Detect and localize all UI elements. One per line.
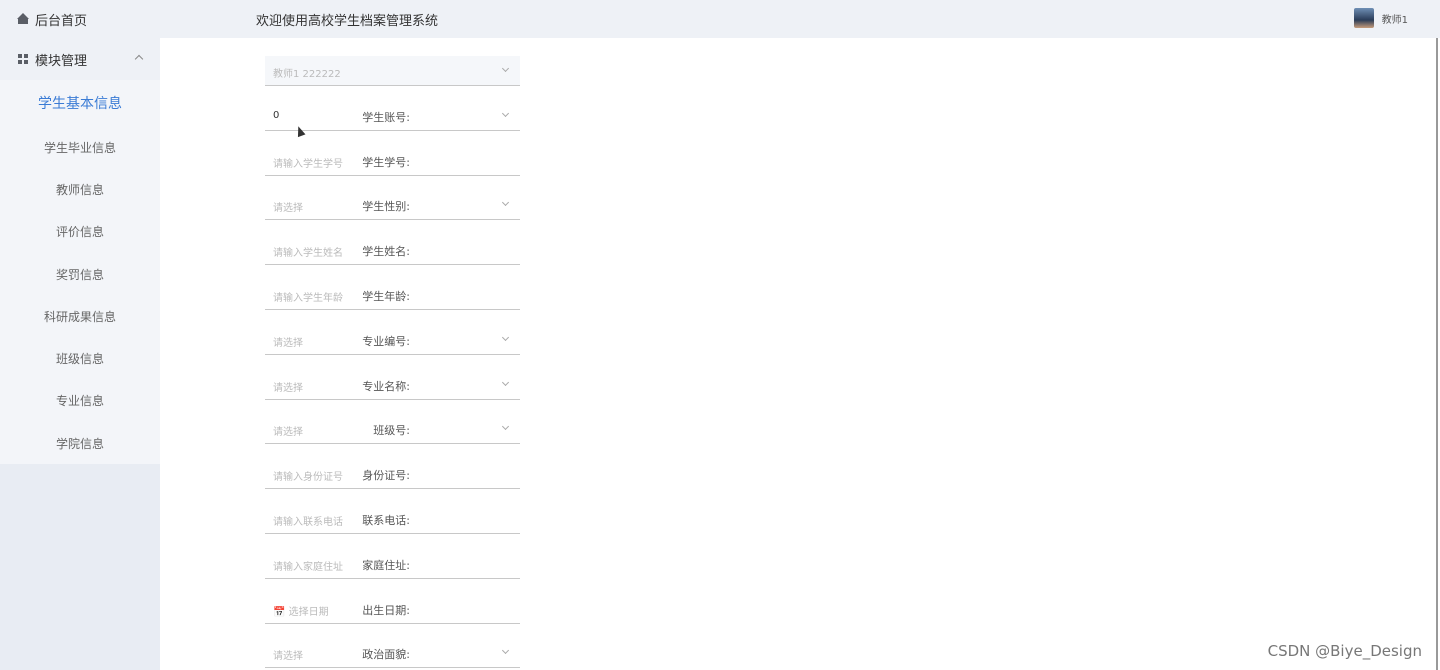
sidebar-empty-area (0, 464, 160, 670)
form-row: 学生姓名: 请输入学生姓名 (160, 235, 680, 266)
form-row: 学生学号: 请输入学生学号 (160, 146, 680, 176)
form-row: 专业名称: 请选择 (160, 370, 680, 400)
field-value: 0 (273, 109, 280, 121)
text-input[interactable]: 请输入身份证号 (265, 459, 520, 490)
text-input[interactable]: 请输入学生姓名 (265, 235, 520, 266)
sidebar-item[interactable]: 学生基本信息 (0, 80, 160, 126)
select-field[interactable]: 0 (265, 101, 520, 131)
avatar[interactable] (1353, 8, 1374, 28)
user-name: 教师1 (1381, 14, 1408, 26)
form-row: 学生账号: 0 (160, 101, 680, 131)
chevron-down-icon (501, 423, 510, 431)
field-value: 请输入学生年龄 (273, 293, 343, 304)
field-value: 请选择 (273, 382, 303, 394)
form-row: 政治面貌: 请选择 (160, 638, 680, 669)
field-value: 请输入联系电话 (273, 517, 343, 528)
field-value: 请输入学生学号 (273, 158, 343, 170)
sidebar-group-label: 模块管理 (35, 53, 88, 69)
text-input[interactable]: 请输入家庭住址 (265, 549, 520, 579)
chevron-down-icon (501, 199, 510, 207)
sidebar-item-home[interactable]: 后台首页 (0, 0, 160, 38)
field-value: 📅 选择日期 (273, 606, 329, 618)
select-field[interactable]: 请选择 (265, 325, 520, 355)
select-field[interactable]: 请选择 (265, 190, 520, 221)
chevron-down-icon (501, 647, 510, 655)
field-value: 请输入身份证号 (273, 472, 343, 484)
form-row: 专业编号: 请选择 (160, 325, 680, 355)
field-value: 请选择 (273, 337, 303, 349)
select-field[interactable]: 请选择 (265, 370, 520, 400)
select-field: 教师1 222222 (265, 56, 520, 86)
form-row: 身份证号: 请输入身份证号 (160, 459, 680, 490)
text-input[interactable]: 请输入联系电话 (265, 504, 520, 534)
chevron-down-icon (501, 109, 510, 117)
field-value: 请输入学生姓名 (273, 248, 343, 260)
field-value: 请选择 (273, 427, 303, 439)
sidebar-item[interactable]: 评价信息 (0, 211, 160, 253)
field-value: 请输入家庭住址 (273, 561, 343, 573)
home-icon (17, 13, 29, 24)
form-row: 学生性别: 请选择 (160, 190, 680, 221)
sidebar-home-label: 后台首页 (35, 13, 88, 29)
form-row: 学生年龄: 请输入学生年龄 (160, 280, 680, 310)
form-row: 班级号: 请选择 (160, 414, 680, 445)
chevron-down-icon (501, 333, 510, 341)
top-header: 欢迎使用高校学生档案管理系统 教师1 (160, 0, 1440, 38)
sidebar: 后台首页 模块管理 学生基本信息 学生毕业信息 教师信息 评价信息 奖罚信息 科研成果信息… (0, 0, 160, 670)
sidebar-item[interactable]: 科研成果信息 (0, 295, 160, 337)
sidebar-item[interactable]: 教师信息 (0, 168, 160, 210)
sidebar-item[interactable]: 专业信息 (0, 380, 160, 422)
field-value: 请选择 (273, 651, 303, 663)
grid-icon (18, 54, 28, 64)
text-input[interactable]: 请输入学生年龄 (265, 280, 520, 310)
form-row: 出生日期: 📅 选择日期 (160, 594, 680, 624)
sidebar-item[interactable]: 奖罚信息 (0, 253, 160, 295)
date-picker[interactable]: 📅 选择日期 (265, 594, 520, 624)
page-title: 欢迎使用高校学生档案管理系统 (256, 14, 439, 29)
chevron-down-icon (501, 378, 510, 386)
sidebar-item[interactable]: 班级信息 (0, 337, 160, 379)
field-value: 教师1 222222 (273, 69, 341, 80)
sidebar-item[interactable]: 学院信息 (0, 422, 160, 464)
sidebar-submenu: 学生基本信息 学生毕业信息 教师信息 评价信息 奖罚信息 科研成果信息 班级信息 专业信息 学院… (0, 80, 160, 465)
user-menu[interactable]: 教师1 (1353, 8, 1408, 28)
form-row: 联系电话: 请输入联系电话 (160, 504, 680, 534)
sidebar-item[interactable]: 学生毕业信息 (0, 126, 160, 168)
chevron-down-icon (501, 64, 510, 73)
field-value: 请选择 (273, 203, 303, 215)
text-input[interactable]: 请输入学生学号 (265, 146, 520, 176)
watermark: CSDN @Biye_Design (1267, 642, 1422, 660)
form-row: 教师账号:教师1 222222 (160, 56, 680, 86)
select-field[interactable]: 请选择 (265, 414, 520, 445)
sidebar-group-modules[interactable]: 模块管理 (0, 38, 160, 80)
select-field[interactable]: 请选择 (265, 638, 520, 669)
chevron-up-icon[interactable] (134, 54, 144, 64)
form-row: 家庭住址: 请输入家庭住址 (160, 549, 680, 579)
main-content: CSDN @Biye_Design 教师账号:教师1 222222 学生账号:0 学… (160, 38, 1438, 670)
